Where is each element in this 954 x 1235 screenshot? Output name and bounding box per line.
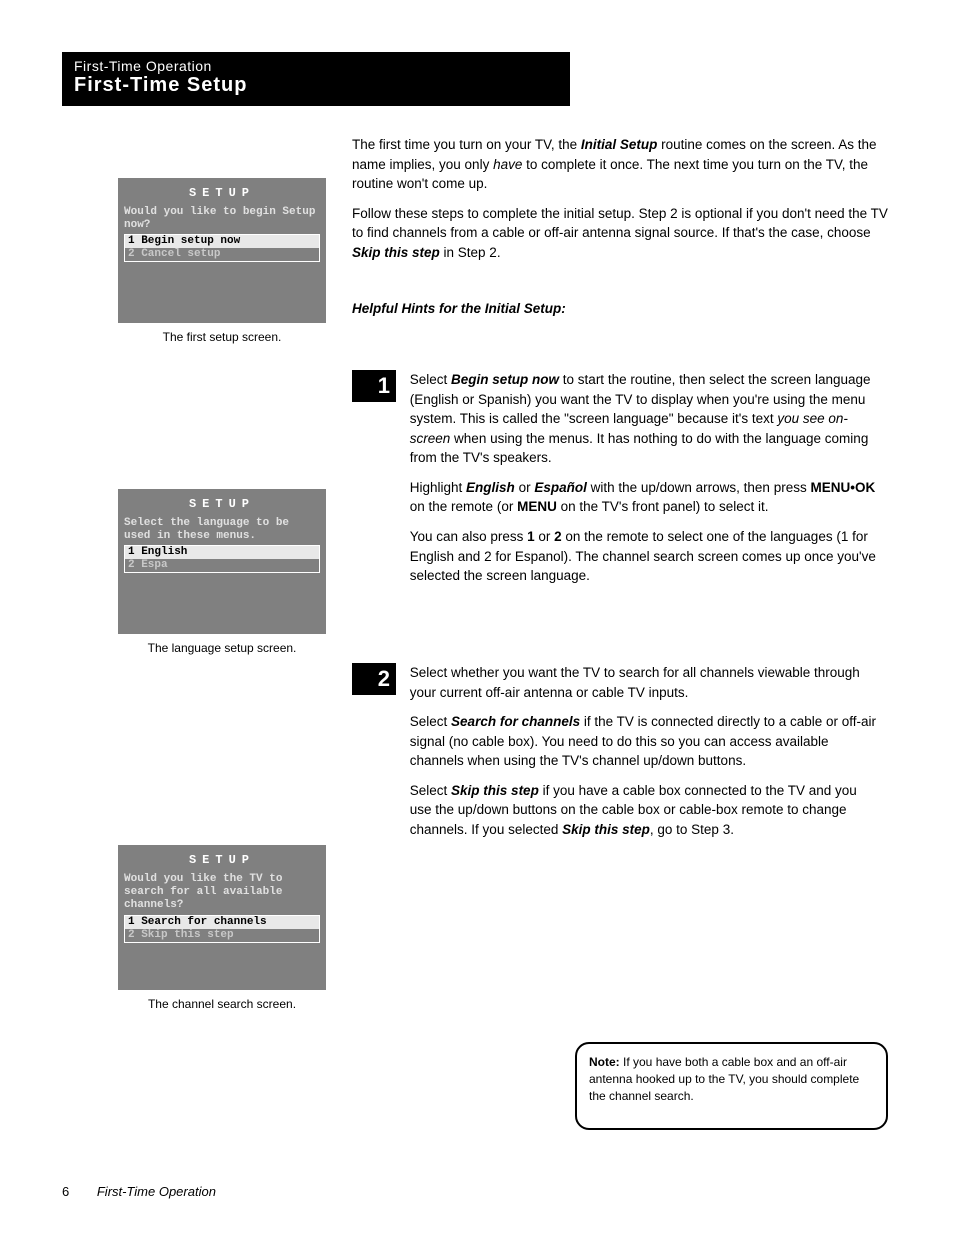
option-english[interactable]: 1 English (125, 546, 319, 559)
t: or (515, 480, 535, 495)
screen-options: 1 English 2 Espa (124, 545, 320, 573)
t: Search for channels (451, 714, 580, 729)
step2-p2: Select Search for channels if the TV is … (410, 712, 882, 771)
step2-p1: Select whether you want the TV to search… (410, 663, 882, 702)
screen-title: SETUP (118, 178, 326, 206)
t: Begin setup now (451, 372, 559, 387)
t: Skip this step (562, 822, 650, 837)
step1-p1: Select Begin setup now to start the rout… (410, 370, 882, 468)
t: have (493, 157, 522, 172)
intro-p2: Follow these steps to complete the initi… (352, 204, 892, 263)
note-box: Note: If you have both a cable box and a… (575, 1042, 888, 1130)
t: Follow these steps to complete the initi… (352, 206, 888, 241)
screen-prompt: Would you like to begin Setup now? (118, 206, 326, 234)
step-number: 1 (352, 370, 396, 402)
t: 1 (527, 529, 535, 544)
t: Select (410, 783, 451, 798)
intro-p1: The first time you turn on your TV, the … (352, 135, 892, 194)
caption-2: The language setup screen. (118, 641, 326, 655)
t: Select (410, 372, 451, 387)
t: Skip this step (352, 245, 440, 260)
screen-options: 1 Begin setup now 2 Cancel setup (124, 234, 320, 262)
screen-options: 1 Search for channels 2 Skip this step (124, 915, 320, 943)
setup-screen-2: SETUP Select the language to be used in … (118, 489, 326, 634)
step1-p3: You can also press 1 or 2 on the remote … (410, 527, 882, 586)
caption-3: The channel search screen. (118, 997, 326, 1011)
t: on the remote (or (410, 499, 517, 514)
screen-prompt: Select the language to be used in these … (118, 517, 326, 545)
page-header: First-Time Operation First-Time Setup (62, 52, 570, 106)
t: Initial Setup (581, 137, 658, 152)
t: on the TV's front panel) to select it. (557, 499, 769, 514)
option-cancel-setup[interactable]: 2 Cancel setup (125, 248, 319, 261)
setup-screen-1: SETUP Would you like to begin Setup now?… (118, 178, 326, 323)
option-begin-setup[interactable]: 1 Begin setup now (125, 235, 319, 248)
screen-title: SETUP (118, 489, 326, 517)
step1-p2: Highlight English or Español with the up… (410, 478, 882, 517)
t: , go to Step 3. (650, 822, 734, 837)
footer-title: First-Time Operation (97, 1184, 216, 1199)
page-footer: 6 First-Time Operation (62, 1184, 892, 1199)
step-1: 1 Select Begin setup now to start the ro… (352, 370, 892, 596)
t: in Step 2. (440, 245, 501, 260)
t: English (466, 480, 515, 495)
t: The first time you turn on your TV, the (352, 137, 581, 152)
t: when using the menus. It has nothing to … (410, 431, 869, 466)
page-number: 6 (62, 1184, 69, 1199)
t: Español (534, 480, 587, 495)
step-2: 2 Select whether you want the TV to sear… (352, 663, 892, 850)
step-body: Select Begin setup now to start the rout… (400, 370, 882, 596)
t: Skip this step (451, 783, 539, 798)
header-kicker: First-Time Operation (74, 58, 558, 74)
t: MENU•OK (810, 480, 875, 495)
t: Highlight (410, 480, 466, 495)
setup-screen-3: SETUP Would you like the TV to search fo… (118, 845, 326, 990)
option-espanol[interactable]: 2 Espa (125, 559, 319, 572)
screen-title: SETUP (118, 845, 326, 873)
step-number: 2 (352, 663, 396, 695)
note-text: If you have both a cable box and an off-… (589, 1055, 859, 1103)
t: with the up/down arrows, then press (587, 480, 811, 495)
caption-1: The first setup screen. (118, 330, 326, 344)
screen-prompt: Would you like the TV to search for all … (118, 873, 326, 915)
option-skip-step[interactable]: 2 Skip this step (125, 929, 319, 942)
header-title: First-Time Setup (74, 74, 558, 97)
option-search-channels[interactable]: 1 Search for channels (125, 916, 319, 929)
helpful-hints-heading: Helpful Hints for the Initial Setup: (352, 301, 892, 316)
step-body: Select whether you want the TV to search… (400, 663, 882, 850)
t: Select (410, 714, 451, 729)
t: or (535, 529, 555, 544)
t: 2 (554, 529, 562, 544)
step2-p3: Select Skip this step if you have a cabl… (410, 781, 882, 840)
t: MENU (517, 499, 557, 514)
intro-block: The first time you turn on your TV, the … (352, 135, 892, 272)
note-label: Note: (589, 1055, 620, 1069)
t: You can also press (410, 529, 527, 544)
